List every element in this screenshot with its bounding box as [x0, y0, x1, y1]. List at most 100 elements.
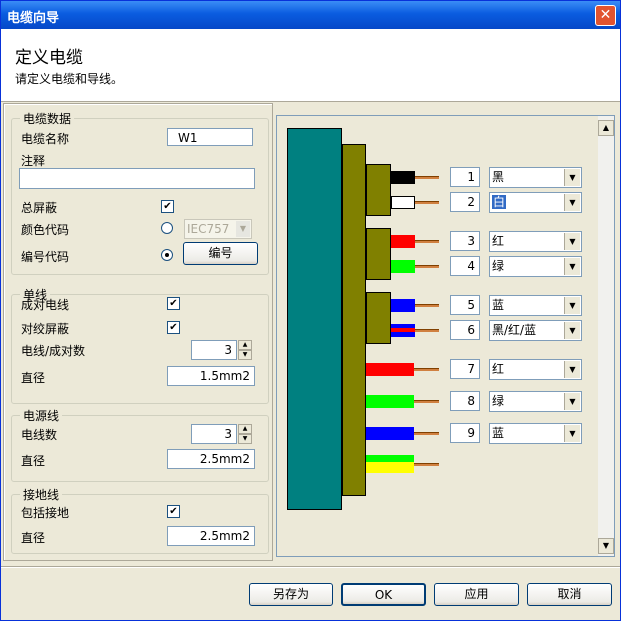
title-bar[interactable]: 电缆向导 ✕: [1, 1, 620, 29]
wire-color-select-8[interactable]: 绿 ▼: [489, 391, 582, 412]
wire-conductor: [414, 400, 439, 403]
wire-conductor: [414, 368, 439, 371]
wire-color-value: 白: [492, 195, 507, 209]
ground-wire-legend: 接地线: [23, 488, 60, 502]
chevron-up-icon[interactable]: ▲: [238, 340, 252, 350]
cable-diagram: 1 黑 ▼ 2 白 ▼ 3 红 ▼ 4 绿 ▼ 5 蓝 ▼ 6 黑/红/蓝 ▼ 7 红 ▼ 8 绿 ▼ 9 蓝 ▼: [277, 116, 598, 556]
overall-shield-checkbox[interactable]: ✔: [161, 200, 174, 213]
wire-color-select-2[interactable]: 白 ▼: [489, 192, 582, 213]
chevron-down-icon[interactable]: ▼: [564, 258, 580, 275]
wire-color-value: 蓝: [492, 298, 505, 312]
wire-color-select-4[interactable]: 绿 ▼: [489, 256, 582, 277]
wire-number-2[interactable]: 2: [450, 192, 480, 212]
wire-color-value: 绿: [492, 394, 505, 408]
chevron-down-icon[interactable]: ▼: [564, 233, 580, 250]
cable-diagram-panel: 1 黑 ▼ 2 白 ▼ 3 红 ▼ 4 绿 ▼ 5 蓝 ▼ 6 黑/红/蓝 ▼ 7 红 ▼ 8 绿 ▼ 9 蓝 ▼ ▲ ▼: [276, 115, 615, 557]
wire-color-value: 黑/红/蓝: [492, 323, 537, 337]
wire-conductor: [415, 176, 439, 179]
chevron-down-icon[interactable]: ▼: [238, 434, 252, 444]
chevron-down-icon[interactable]: ▼: [564, 194, 580, 211]
radio-selected-dot: [165, 253, 169, 257]
wire-count-value[interactable]: 3: [191, 340, 237, 360]
chevron-down-icon[interactable]: ▼: [564, 297, 580, 314]
ground-diameter-input[interactable]: 2.5mm2: [167, 526, 255, 546]
save-as-button[interactable]: 另存为: [249, 583, 333, 606]
scroll-down-icon[interactable]: ▼: [598, 538, 614, 554]
footer-divider: [1, 566, 620, 568]
wire-count-label: 电线/成对数: [21, 344, 86, 358]
cable-name-input[interactable]: W1: [167, 128, 253, 146]
paired-wire-checkbox[interactable]: ✔: [167, 297, 180, 310]
wire-color-select-5[interactable]: 蓝 ▼: [489, 295, 582, 316]
power-diameter-input[interactable]: 2.5mm2: [167, 449, 255, 469]
cable-body: [287, 128, 342, 510]
chevron-down-icon: ▼: [236, 221, 250, 237]
ok-button[interactable]: OK: [341, 583, 426, 606]
wire-insulation: [391, 299, 415, 312]
comment-label: 注释: [21, 154, 46, 168]
cable-name-label: 电缆名称: [21, 132, 70, 146]
wire-color-select-6[interactable]: 黑/红/蓝 ▼: [489, 320, 582, 341]
single-diameter-input[interactable]: 1.5mm2: [167, 366, 255, 386]
color-code-select: IEC757 ▼: [184, 219, 252, 239]
number-code-radio[interactable]: [161, 249, 173, 261]
ground-wire-insulation: [366, 455, 414, 473]
power-count-value[interactable]: 3: [191, 424, 237, 444]
twisted-shield-checkbox[interactable]: ✔: [167, 321, 180, 334]
wire-pair-jacket: [366, 292, 391, 344]
color-code-radio[interactable]: [161, 222, 173, 234]
power-diameter-label: 直径: [21, 454, 46, 468]
wire-insulation: [366, 363, 414, 376]
wire-number-3[interactable]: 3: [450, 231, 480, 251]
power-count-stepper[interactable]: 3 ▲ ▼: [191, 424, 253, 444]
wire-number-9[interactable]: 9: [450, 423, 480, 443]
window-title: 电缆向导: [7, 11, 60, 26]
chevron-down-icon[interactable]: ▼: [238, 350, 252, 360]
wire-color-select-9[interactable]: 蓝 ▼: [489, 423, 582, 444]
wire-insulation: [366, 427, 414, 440]
cable-wizard-window: 电缆向导 ✕ 定义电缆 请定义电缆和导线。 电缆数据 电缆名称 W1 注释 总屏…: [0, 0, 621, 621]
wire-insulation: [366, 395, 414, 408]
chevron-down-icon[interactable]: ▼: [564, 322, 580, 339]
wire-insulation: [391, 324, 415, 337]
include-ground-checkbox[interactable]: ✔: [167, 505, 180, 518]
settings-panel: 电缆数据 电缆名称 W1 注释 总屏蔽 ✔ 颜色代码 IEC757 ▼ 编号代码…: [3, 103, 273, 561]
wire-pair-jacket: [366, 228, 391, 280]
chevron-down-icon[interactable]: ▼: [564, 169, 580, 186]
cancel-button[interactable]: 取消: [527, 583, 612, 606]
power-count-label: 电线数: [21, 428, 58, 442]
cable-data-legend: 电缆数据: [23, 112, 72, 126]
wire-color-select-1[interactable]: 黑 ▼: [489, 167, 582, 188]
wire-number-7[interactable]: 7: [450, 359, 480, 379]
chevron-down-icon[interactable]: ▼: [564, 393, 580, 410]
wire-number-1[interactable]: 1: [450, 167, 480, 187]
wire-number-4[interactable]: 4: [450, 256, 480, 276]
wizard-header: 定义电缆 请定义电缆和导线。: [1, 29, 620, 102]
chevron-up-icon[interactable]: ▲: [238, 424, 252, 434]
wire-insulation: [391, 171, 415, 184]
ground-diameter-label: 直径: [21, 531, 46, 545]
wire-color-value: 黑: [492, 170, 505, 184]
wire-color-value: 蓝: [492, 426, 505, 440]
twisted-shield-label: 对绞屏蔽: [21, 322, 70, 336]
chevron-down-icon[interactable]: ▼: [564, 425, 580, 442]
number-code-label: 编号代码: [21, 250, 70, 264]
wire-color-select-7[interactable]: 红 ▼: [489, 359, 582, 380]
number-button[interactable]: 编号: [183, 242, 258, 265]
wire-color-value: 绿: [492, 259, 505, 273]
close-icon[interactable]: ✕: [595, 5, 616, 26]
scroll-up-icon[interactable]: ▲: [598, 120, 614, 136]
wire-number-8[interactable]: 8: [450, 391, 480, 411]
wire-number-5[interactable]: 5: [450, 295, 480, 315]
power-wire-legend: 电源线: [23, 409, 60, 423]
wire-number-6[interactable]: 6: [450, 320, 480, 340]
chevron-down-icon[interactable]: ▼: [564, 361, 580, 378]
wire-conductor: [415, 329, 439, 332]
apply-button[interactable]: 应用: [434, 583, 519, 606]
wire-color-select-3[interactable]: 红 ▼: [489, 231, 582, 252]
wire-insulation: [391, 260, 415, 273]
wire-conductor: [415, 304, 439, 307]
wire-count-stepper[interactable]: 3 ▲ ▼: [191, 340, 253, 360]
comment-input[interactable]: [19, 168, 255, 189]
vertical-scrollbar[interactable]: ▲ ▼: [598, 116, 614, 556]
